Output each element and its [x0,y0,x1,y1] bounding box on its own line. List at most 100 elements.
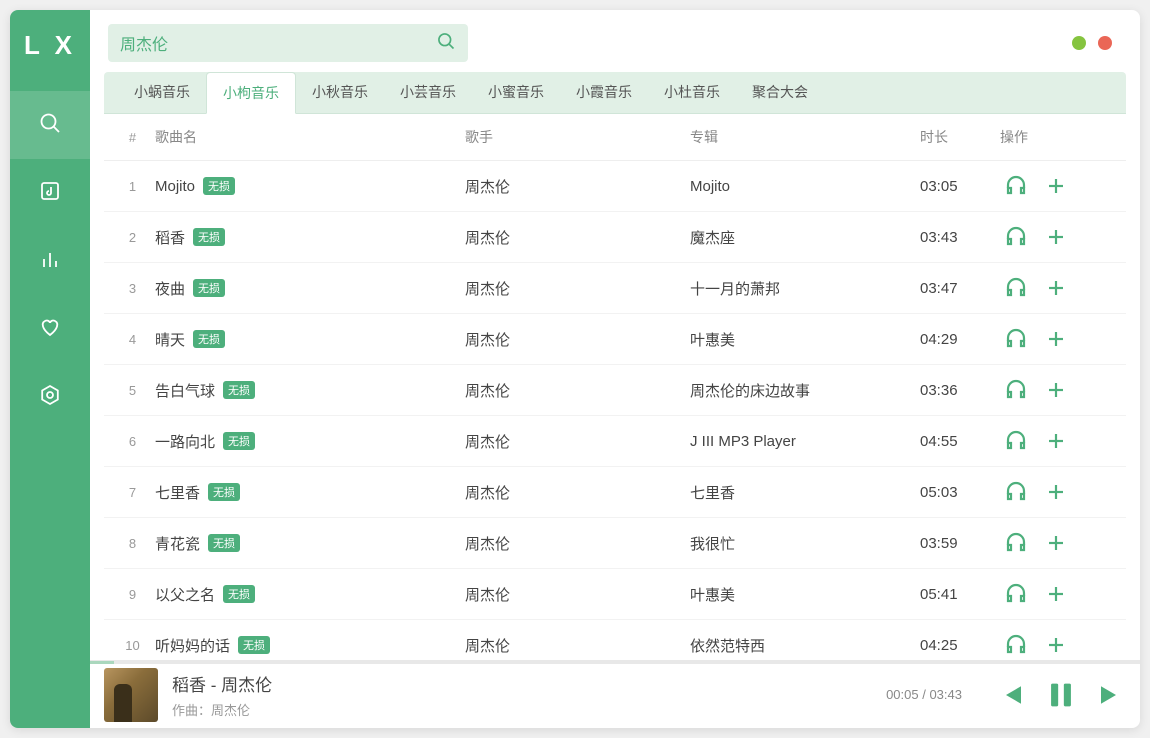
add-button[interactable] [1044,276,1068,300]
table-row[interactable]: 2稻香无损周杰伦魔杰座03:43 [104,212,1126,263]
row-actions [1000,633,1120,657]
row-index: 1 [110,179,155,194]
row-artist: 周杰伦 [465,431,690,452]
row-song: 晴天无损 [155,329,465,350]
listen-button[interactable] [1004,174,1028,198]
add-button[interactable] [1044,378,1068,402]
row-song: 以父之名无损 [155,584,465,605]
row-song: 听妈妈的话无损 [155,635,465,656]
quality-badge: 无损 [208,483,240,501]
row-actions [1000,429,1120,453]
tab-source[interactable]: 小秋音乐 [296,72,384,113]
listen-button[interactable] [1004,429,1028,453]
row-song: 一路向北无损 [155,431,465,452]
add-button[interactable] [1044,225,1068,249]
row-duration: 03:36 [920,382,1000,399]
add-button[interactable] [1044,633,1068,657]
row-actions [1000,327,1120,351]
listen-button[interactable] [1004,582,1028,606]
row-duration: 04:55 [920,433,1000,450]
table-row[interactable]: 4晴天无损周杰伦叶惠美04:29 [104,314,1126,365]
row-index: 5 [110,383,155,398]
row-album: 我很忙 [690,533,920,554]
quality-badge: 无损 [223,585,255,603]
song-name: 七里香 [155,482,200,503]
main-content: 小蜗音乐小枸音乐小秋音乐小芸音乐小蜜音乐小霞音乐小杜音乐聚合大会 # 歌曲名 歌… [90,10,1140,728]
row-index: 4 [110,332,155,347]
add-button[interactable] [1044,480,1068,504]
row-duration: 05:03 [920,484,1000,501]
progress-track[interactable] [90,661,1140,664]
row-duration: 04:29 [920,331,1000,348]
search-input[interactable] [120,34,436,52]
tab-source[interactable]: 小杜音乐 [648,72,736,113]
previous-button[interactable] [996,680,1026,710]
song-name: 晴天 [155,329,185,350]
col-index: # [110,130,155,145]
pause-button[interactable] [1044,678,1078,712]
listen-button[interactable] [1004,531,1028,555]
tab-source[interactable]: 小蜗音乐 [118,72,206,113]
album-art[interactable] [104,668,158,722]
table-row[interactable]: 1Mojito无损周杰伦Mojito03:05 [104,161,1126,212]
listen-button[interactable] [1004,225,1028,249]
listen-button[interactable] [1004,276,1028,300]
player-bar: 稻香 - 周杰伦 作曲：周杰伦 00:05 / 03:43 [90,660,1140,728]
search-icon[interactable] [436,31,456,56]
nav-search[interactable] [10,91,90,159]
table-row[interactable]: 10听妈妈的话无损周杰伦依然范特西04:25 [104,620,1126,660]
add-button[interactable] [1044,429,1068,453]
gear-icon [38,383,62,412]
row-actions [1000,582,1120,606]
tab-source[interactable]: 小霞音乐 [560,72,648,113]
table-row[interactable]: 3夜曲无损周杰伦十一月的萧邦03:47 [104,263,1126,314]
topbar [90,10,1140,72]
tab-source[interactable]: 小芸音乐 [384,72,472,113]
add-button[interactable] [1044,531,1068,555]
row-actions [1000,174,1120,198]
nav-library[interactable] [10,159,90,227]
col-artist: 歌手 [465,127,690,147]
next-button[interactable] [1096,680,1126,710]
listen-button[interactable] [1004,378,1028,402]
source-tabs: 小蜗音乐小枸音乐小秋音乐小芸音乐小蜜音乐小霞音乐小杜音乐聚合大会 [104,72,1126,114]
nav-settings[interactable] [10,363,90,431]
quality-badge: 无损 [238,636,270,654]
elapsed-time: 00:05 [886,687,919,702]
tab-source[interactable]: 小枸音乐 [206,72,296,114]
quality-badge: 无损 [193,330,225,348]
quality-badge: 无损 [193,279,225,297]
nav-favorites[interactable] [10,295,90,363]
row-album: Mojito [690,178,920,195]
row-artist: 周杰伦 [465,635,690,656]
minimize-button[interactable] [1072,36,1086,50]
listen-button[interactable] [1004,633,1028,657]
add-button[interactable] [1044,327,1068,351]
song-name: 夜曲 [155,278,185,299]
close-button[interactable] [1098,36,1112,50]
add-button[interactable] [1044,582,1068,606]
table-row[interactable]: 5告白气球无损周杰伦周杰伦的床边故事03:36 [104,365,1126,416]
table-row[interactable]: 7七里香无损周杰伦七里香05:03 [104,467,1126,518]
bar-chart-icon [38,247,62,276]
table-row[interactable]: 9以父之名无损周杰伦叶惠美05:41 [104,569,1126,620]
col-album: 专辑 [690,127,920,147]
add-button[interactable] [1044,174,1068,198]
quality-badge: 无损 [223,381,255,399]
row-song: 告白气球无损 [155,380,465,401]
listen-button[interactable] [1004,327,1028,351]
song-table: # 歌曲名 歌手 专辑 时长 操作 1Mojito无损周杰伦Mojito03:0… [90,114,1140,660]
song-name: 告白气球 [155,380,215,401]
listen-button[interactable] [1004,480,1028,504]
now-playing-subtitle: 作曲：周杰伦 [172,700,872,719]
tab-source[interactable]: 聚合大会 [736,72,824,113]
row-actions [1000,531,1120,555]
tab-source[interactable]: 小蜜音乐 [472,72,560,113]
song-name: 一路向北 [155,431,215,452]
now-playing-title: 稻香 - 周杰伦 [172,671,872,696]
table-row[interactable]: 6一路向北无损周杰伦J III MP3 Player04:55 [104,416,1126,467]
table-row[interactable]: 8青花瓷无损周杰伦我很忙03:59 [104,518,1126,569]
nav-charts[interactable] [10,227,90,295]
quality-badge: 无损 [208,534,240,552]
search-box [108,24,468,62]
